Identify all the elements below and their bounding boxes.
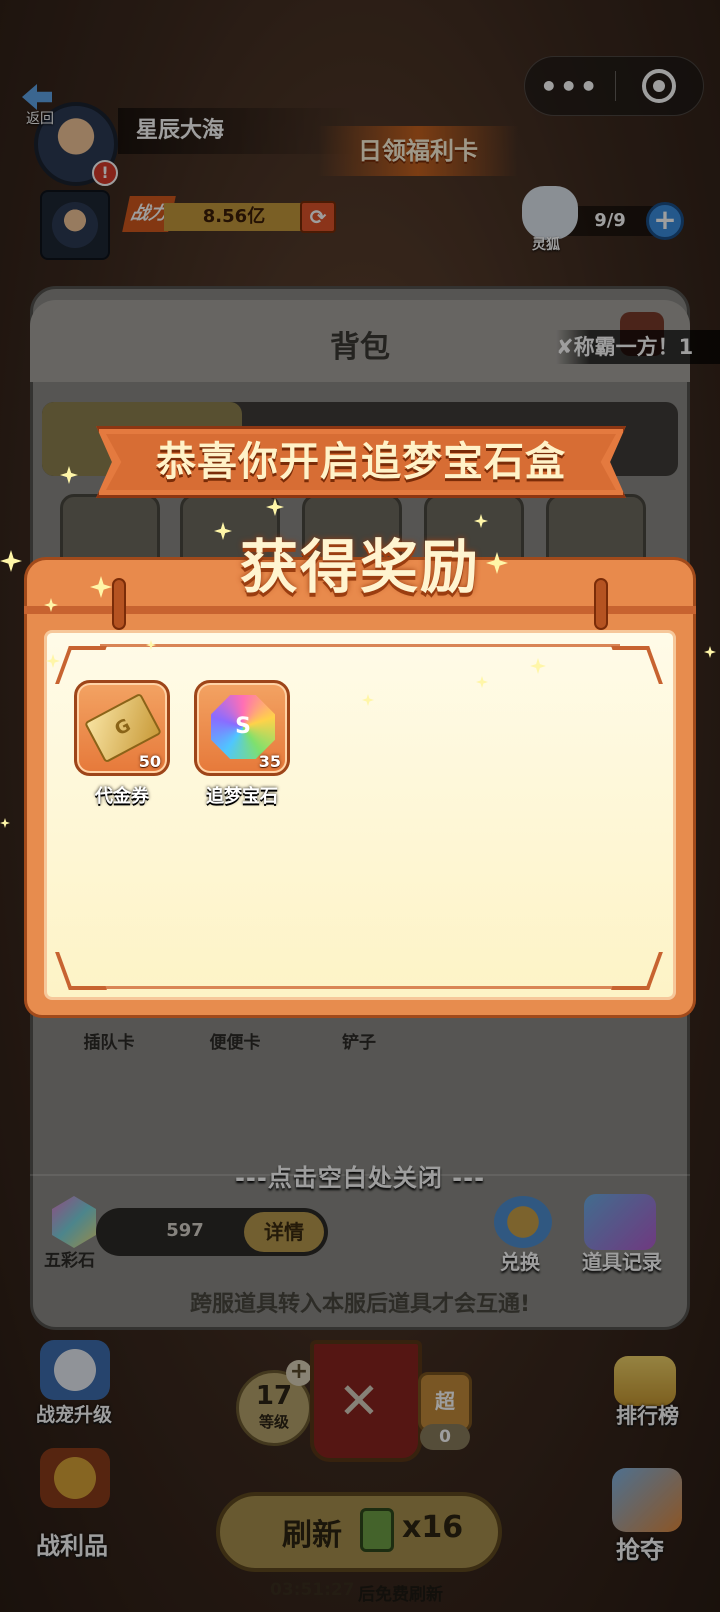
reward-item-voucher[interactable]: G 50 — [74, 680, 170, 776]
reward-title: 获得奖励 — [239, 533, 480, 601]
reward-name: 追梦宝石 — [206, 786, 278, 807]
decor-line-top — [100, 644, 620, 647]
reward-count: 35 — [258, 752, 281, 771]
reward-item-gem[interactable]: S 35 — [194, 680, 290, 776]
congrats-text: 恭喜你开启追梦宝石盒 — [156, 438, 566, 485]
reward-count: 50 — [138, 752, 161, 771]
rainbow-gem-icon: S — [211, 695, 275, 759]
decor-line-bottom — [100, 986, 620, 989]
reward-name: 代金券 — [95, 786, 149, 807]
